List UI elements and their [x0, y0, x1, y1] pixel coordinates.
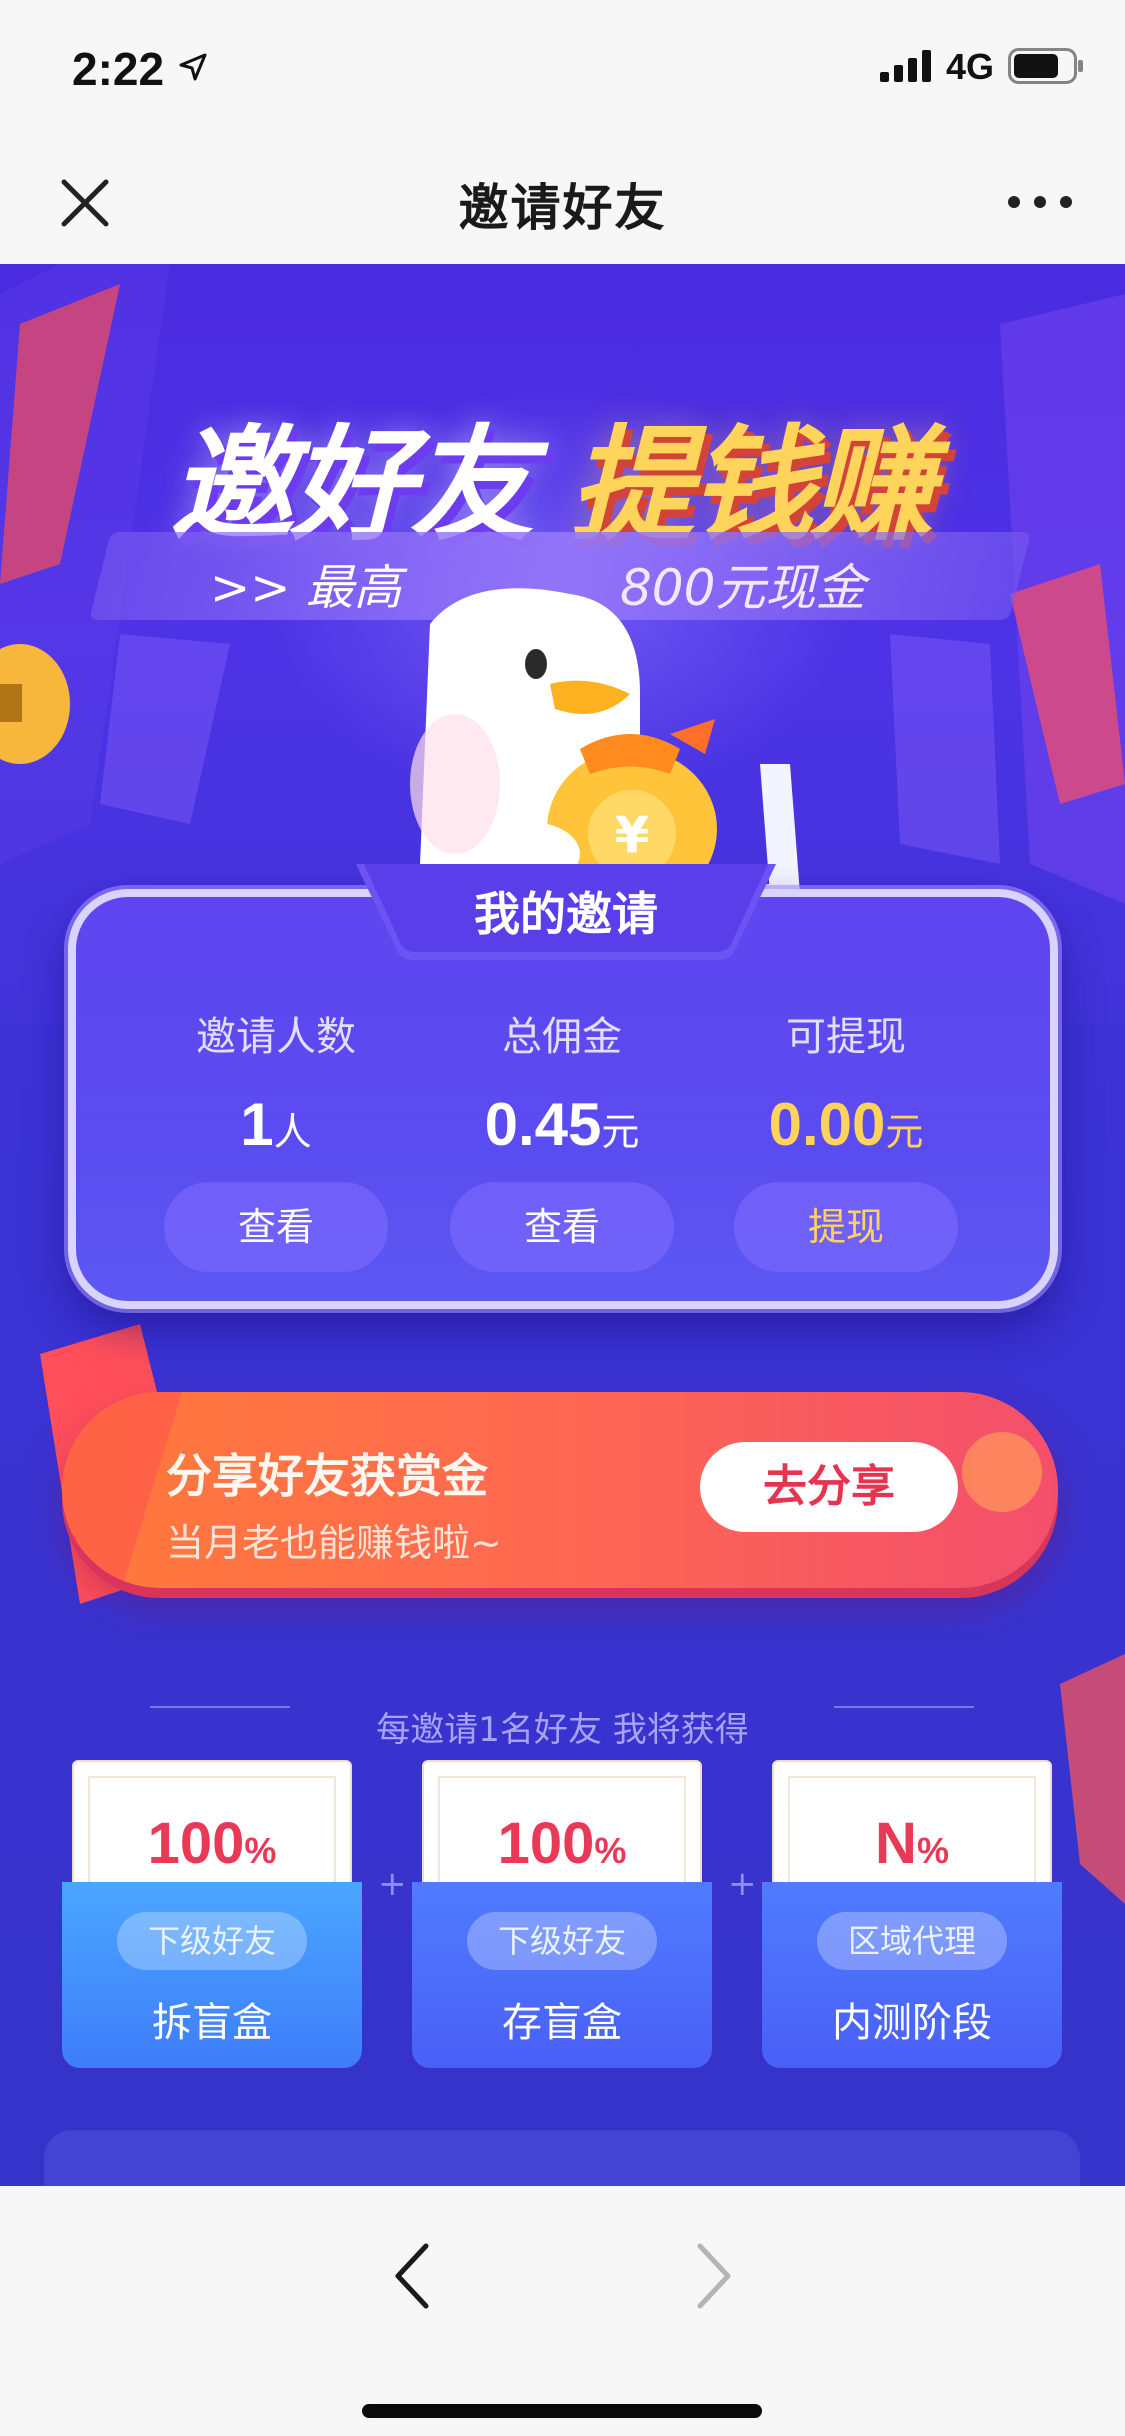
home-indicator — [362, 2404, 762, 2418]
stat-label: 可提现 — [786, 1014, 906, 1060]
stat-unit: 人 — [273, 1110, 312, 1154]
reward-percent: 100% — [62, 1810, 362, 1877]
stat-value: 1人 — [126, 1090, 426, 1160]
reward-box: 下级好友 存盲盒 — [412, 1882, 712, 2068]
chevron-left-icon[interactable] — [386, 2236, 440, 2316]
battery-icon — [1008, 48, 1083, 84]
view-invites-button[interactable]: 查看 — [164, 1182, 388, 1272]
stat-total-commission: 总佣金 0.45元 查看 — [412, 1004, 712, 1272]
page-title: 邀请好友 — [458, 179, 667, 237]
stat-value: 0.45元 — [412, 1090, 712, 1160]
reward-percent-symbol: % — [594, 1830, 627, 1871]
hero-title: 邀好友 提钱赚 — [150, 384, 990, 558]
stat-withdrawable: 可提现 0.00元 提现 — [696, 1004, 996, 1272]
reward-heading: 每邀请1名好友 我将获得 — [376, 1710, 749, 1750]
location-arrow-icon — [179, 53, 207, 81]
reward-percent-value: 100 — [147, 1811, 245, 1876]
nav-bar: 邀请好友 — [0, 132, 1125, 264]
reward-card-store-box: 100% 下级好友 存盲盒 — [412, 1760, 712, 2068]
stat-number: 0.00 — [768, 1091, 886, 1158]
withdraw-button[interactable]: 提现 — [734, 1182, 958, 1272]
reward-tag: 区域代理 — [817, 1912, 1007, 1970]
share-subtitle: 当月老也能赚钱啦~ — [166, 1521, 502, 1565]
reward-name: 存盲盒 — [502, 2000, 622, 2046]
reward-percent: N% — [762, 1810, 1062, 1877]
reward-box: 区域代理 内测阶段 — [762, 1882, 1062, 2068]
stat-value: 0.00元 — [696, 1090, 996, 1160]
reward-tag: 下级好友 — [467, 1912, 657, 1970]
stat-label: 总佣金 — [502, 1014, 622, 1060]
stat-number: 1 — [240, 1091, 274, 1158]
browser-toolbar — [0, 2186, 1125, 2436]
reward-name: 内测阶段 — [832, 2000, 992, 2046]
reward-box: 下级好友 拆盲盒 — [62, 1882, 362, 2068]
reward-percent: 100% — [412, 1810, 712, 1877]
share-title: 分享好友获赏金 — [166, 1449, 488, 1503]
invite-page: 邀好友 提钱赚 >> 最高 800元现金 ¥ 我的邀请 邀请人数 1人 查看 总… — [0, 264, 1125, 2186]
reward-tag: 下级好友 — [117, 1912, 307, 1970]
reward-card-regional-agent: N% 区域代理 内测阶段 — [762, 1760, 1062, 2068]
reward-percent-symbol: % — [916, 1830, 949, 1871]
signal-bars-icon — [880, 50, 931, 82]
lower-panel — [44, 2130, 1080, 2186]
go-share-button[interactable]: 去分享 — [700, 1442, 958, 1532]
stat-unit: 元 — [885, 1110, 924, 1154]
chevron-right-icon[interactable] — [686, 2236, 740, 2316]
status-time: 2:22 — [72, 43, 165, 95]
reward-heading-row: 每邀请1名好友 我将获得 — [0, 1702, 1125, 1751]
stat-invite-count: 邀请人数 1人 查看 — [126, 1004, 426, 1272]
stat-unit: 元 — [601, 1110, 640, 1154]
more-dots-icon[interactable] — [1000, 182, 1080, 222]
reward-card-open-box: 100% 下级好友 拆盲盒 — [62, 1760, 362, 2068]
svg-text:¥: ¥ — [615, 806, 650, 864]
plus-sign: + — [378, 1864, 407, 1904]
stat-label: 邀请人数 — [196, 1014, 356, 1060]
plus-sign: + — [728, 1864, 757, 1904]
my-invite-title: 我的邀请 — [474, 887, 658, 941]
reward-percent-value: 100 — [497, 1811, 595, 1876]
status-bar: 2:22 4G — [0, 0, 1125, 132]
reward-name: 拆盲盒 — [152, 2000, 272, 2046]
reward-percent-value: N — [875, 1811, 917, 1876]
stat-number: 0.45 — [484, 1091, 602, 1158]
network-label: 4G — [946, 46, 995, 87]
view-commission-button[interactable]: 查看 — [450, 1182, 674, 1272]
reward-percent-symbol: % — [244, 1830, 277, 1871]
